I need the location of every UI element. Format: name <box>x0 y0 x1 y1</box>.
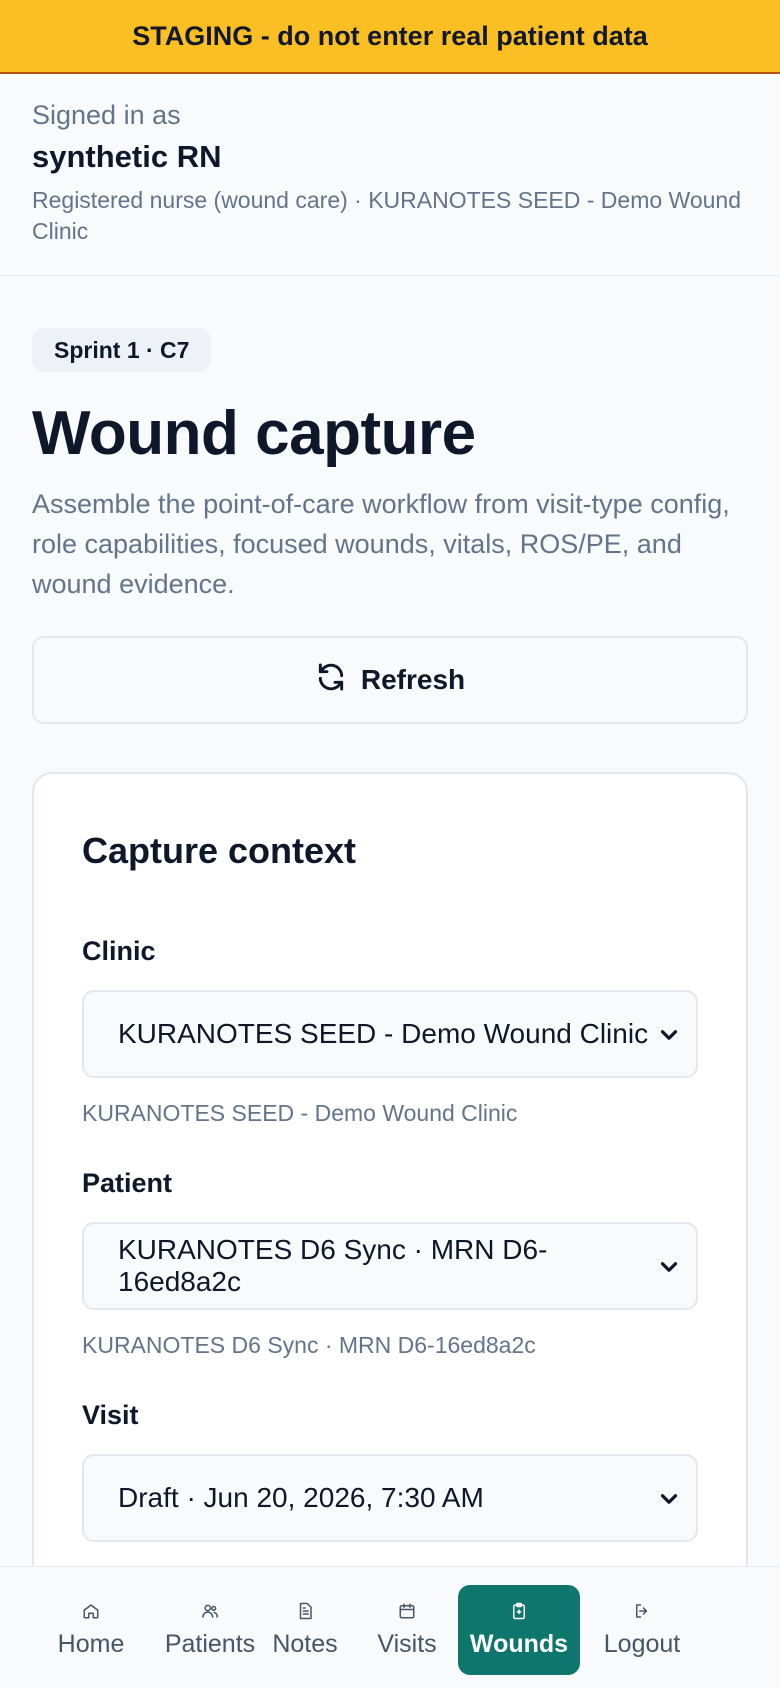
capture-context-title: Capture context <box>82 830 357 871</box>
logout-icon <box>636 1603 648 1618</box>
clinic-select[interactable]: KURANOTES SEED - Demo Wound Clinic <box>82 990 698 1078</box>
user-name: synthetic RN <box>32 139 222 174</box>
nav-label-notes: Notes <box>272 1629 338 1658</box>
patient-select-value: KURANOTES D6 Sync · MRN D6-16ed8a2c <box>118 1234 548 1297</box>
nav-label-visits: Visits <box>377 1629 437 1658</box>
nav-item-patients[interactable]: Patients <box>142 1585 278 1675</box>
signed-in-label: Signed in as <box>32 100 181 130</box>
nav-item-notes[interactable]: Notes <box>268 1585 342 1675</box>
patient-select[interactable]: KURANOTES D6 Sync · MRN D6-16ed8a2c <box>82 1222 698 1310</box>
patient-hint: KURANOTES D6 Sync · MRN D6-16ed8a2c <box>82 1332 536 1358</box>
visit-select[interactable]: Draft · Jun 20, 2026, 7:30 AM <box>82 1454 698 1542</box>
nav-label-logout: Logout <box>603 1629 681 1658</box>
staging-banner: STAGING - do not enter real patient data <box>0 0 780 74</box>
clinic-select-value: KURANOTES SEED - Demo Wound Clinic <box>118 1018 649 1049</box>
bottom-nav: Home Patients Notes Visits Wounds Logout <box>0 1566 780 1688</box>
chevron-down-icon <box>660 1030 678 1040</box>
sprint-badge: Sprint 1 · C7 <box>32 328 212 372</box>
clinic-label: Clinic <box>82 936 156 966</box>
refresh-icon <box>315 661 347 700</box>
staging-banner-text: STAGING - do not enter real patient data <box>132 20 648 51</box>
nav-label-patients: Patients <box>164 1629 256 1658</box>
capture-context-card: Capture context Clinic KURANOTES SEED - … <box>32 772 748 1688</box>
nav-label-home: Home <box>57 1629 125 1658</box>
user-role-clinic: Registered nurse (wound care) · KURANOTE… <box>32 187 742 244</box>
refresh-label: Refresh <box>360 664 466 695</box>
chevron-down-icon <box>660 1494 678 1504</box>
clipboard-icon <box>513 1602 525 1619</box>
nav-item-visits[interactable]: Visits <box>372 1585 442 1675</box>
calendar-icon <box>399 1603 415 1618</box>
visit-label: Visit <box>82 1400 139 1430</box>
nav-item-wounds[interactable]: Wounds <box>458 1585 580 1675</box>
chevron-down-icon <box>660 1262 678 1272</box>
users-icon <box>202 1604 218 1618</box>
signed-in-panel: Signed in as synthetic RN Registered nur… <box>0 74 780 276</box>
nav-item-logout[interactable]: Logout <box>598 1585 686 1675</box>
nav-label-wounds: Wounds <box>469 1629 569 1658</box>
home-icon <box>83 1603 99 1618</box>
clinic-hint: KURANOTES SEED - Demo Wound Clinic <box>82 1100 518 1126</box>
patient-label: Patient <box>82 1168 173 1198</box>
page-description: Assemble the point-of-care workflow from… <box>32 489 730 599</box>
nav-item-home[interactable]: Home <box>36 1585 146 1675</box>
document-icon <box>299 1602 312 1619</box>
page-title: Wound capture <box>32 399 476 468</box>
refresh-button[interactable]: Refresh <box>32 636 748 724</box>
visit-select-value: Draft · Jun 20, 2026, 7:30 AM <box>118 1482 484 1513</box>
